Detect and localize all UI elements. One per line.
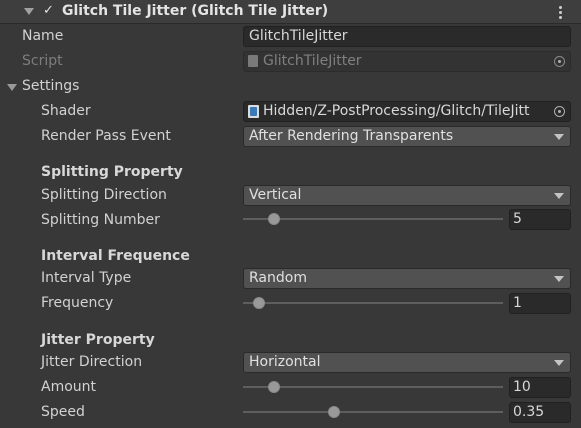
splitting-number-label: Splitting Number xyxy=(41,212,160,228)
component-title: Glitch Tile Jitter (Glitch Tile Jitter) xyxy=(62,3,329,19)
splitting-number-slider[interactable] xyxy=(243,218,503,220)
shader-file-icon xyxy=(248,105,259,118)
shader-value: Hidden/Z-PostProcessing/Glitch/TileJitt xyxy=(263,103,530,119)
script-label: Script xyxy=(22,53,63,69)
shader-field[interactable]: Hidden/Z-PostProcessing/Glitch/TileJitt xyxy=(243,101,571,122)
enabled-checkbox[interactable]: ✓ xyxy=(43,3,54,18)
speed-field[interactable]: 0.35 xyxy=(509,402,571,423)
object-picker-icon[interactable] xyxy=(554,56,565,67)
interval-type-dropdown[interactable]: Random xyxy=(243,268,571,289)
slider-thumb[interactable] xyxy=(328,406,340,418)
splitting-direction-label: Splitting Direction xyxy=(41,187,167,203)
splitting-number-field[interactable]: 5 xyxy=(509,209,571,230)
splitting-direction-dropdown[interactable]: Vertical xyxy=(243,185,571,206)
render-pass-label: Render Pass Event xyxy=(41,128,171,144)
jitter-direction-dropdown[interactable]: Horizontal xyxy=(243,352,571,373)
shader-label: Shader xyxy=(41,103,91,119)
speed-slider[interactable] xyxy=(243,411,503,413)
chevron-down-icon xyxy=(554,276,564,282)
name-field[interactable]: GlitchTileJitter xyxy=(243,26,571,47)
kebab-menu-icon[interactable] xyxy=(557,5,565,19)
amount-label: Amount xyxy=(41,379,97,395)
render-pass-dropdown[interactable]: After Rendering Transparents xyxy=(243,126,571,147)
interval-type-value: Random xyxy=(249,270,307,286)
speed-label: Speed xyxy=(41,404,85,420)
slider-thumb[interactable] xyxy=(268,213,281,225)
splitting-heading: Splitting Property xyxy=(41,164,183,180)
frequency-label: Frequency xyxy=(41,295,114,311)
script-field: GlitchTileJitter xyxy=(243,51,571,72)
settings-label[interactable]: Settings xyxy=(22,78,79,94)
name-label: Name xyxy=(22,28,64,44)
interval-type-label: Interval Type xyxy=(41,270,132,286)
interval-heading: Interval Frequence xyxy=(41,248,190,264)
settings-foldout-icon[interactable] xyxy=(7,84,17,91)
shader-picker-icon[interactable] xyxy=(554,106,565,117)
slider-thumb[interactable] xyxy=(252,297,265,309)
frequency-field[interactable]: 1 xyxy=(509,293,571,314)
chevron-down-icon xyxy=(554,193,564,199)
chevron-down-icon xyxy=(554,134,564,140)
slider-thumb[interactable] xyxy=(268,381,281,393)
amount-slider[interactable] xyxy=(243,386,503,388)
frequency-slider[interactable] xyxy=(243,302,503,304)
amount-field[interactable]: 10 xyxy=(509,377,571,398)
render-pass-value: After Rendering Transparents xyxy=(249,128,454,144)
jitter-direction-label: Jitter Direction xyxy=(41,354,143,370)
script-value: GlitchTileJitter xyxy=(263,53,362,69)
splitting-direction-value: Vertical xyxy=(249,187,302,203)
jitter-direction-value: Horizontal xyxy=(249,354,321,370)
collapse-arrow-icon[interactable] xyxy=(24,8,34,15)
jitter-heading: Jitter Property xyxy=(41,332,155,348)
inspector-panel: ✓ Glitch Tile Jitter (Glitch Tile Jitter… xyxy=(0,0,581,428)
script-file-icon xyxy=(248,55,258,67)
chevron-down-icon xyxy=(554,360,564,366)
